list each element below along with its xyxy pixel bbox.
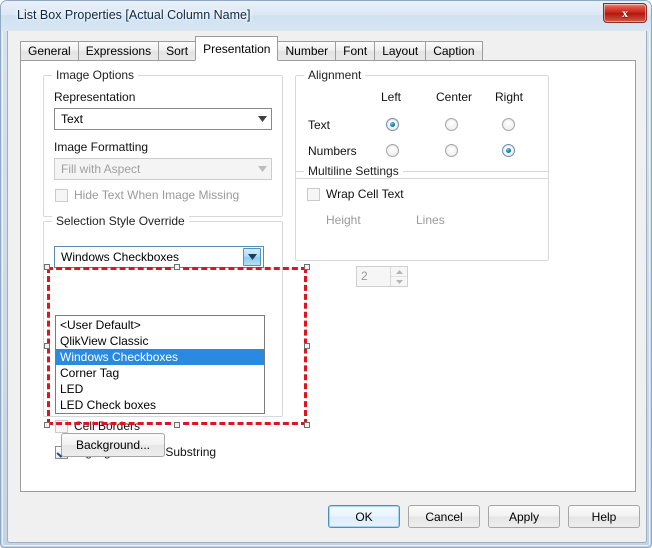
tab-presentation[interactable]: Presentation bbox=[195, 36, 279, 61]
tab-caption[interactable]: Caption bbox=[425, 41, 483, 61]
cell-borders-checkbox[interactable] bbox=[55, 419, 68, 433]
alignment-col-left: Left bbox=[381, 90, 402, 104]
ok-button[interactable]: OK bbox=[328, 505, 400, 528]
selection-style-value: Windows Checkboxes bbox=[61, 250, 180, 264]
image-formatting-value: Fill with Aspect bbox=[61, 162, 141, 176]
window-title: List Box Properties [Actual Column Name] bbox=[17, 8, 251, 22]
selection-handle-top-right[interactable] bbox=[304, 264, 310, 270]
alignment-title: Alignment bbox=[304, 68, 366, 82]
selection-style-dropdown-list[interactable]: <User Default> QlikView Classic Windows … bbox=[55, 315, 265, 414]
tab-layout[interactable]: Layout bbox=[374, 41, 427, 61]
dropdown-option-windows-checkboxes[interactable]: Windows Checkboxes bbox=[56, 349, 264, 365]
lines-label: Lines bbox=[416, 213, 445, 227]
dropdown-option-user-default[interactable]: <User Default> bbox=[56, 317, 264, 333]
hide-text-when-image-missing-checkbox[interactable] bbox=[55, 188, 68, 202]
tab-strip: General Expressions Sort Presentation Nu… bbox=[20, 36, 483, 61]
selection-handle-bottom-right[interactable] bbox=[304, 422, 310, 428]
selection-handle-middle-right[interactable] bbox=[304, 343, 310, 349]
height-value[interactable]: 2 bbox=[357, 267, 390, 286]
tab-general[interactable]: General bbox=[20, 41, 79, 61]
selection-style-combobox[interactable]: Windows Checkboxes bbox=[54, 246, 264, 268]
tab-font[interactable]: Font bbox=[335, 41, 376, 61]
tab-number[interactable]: Number bbox=[277, 41, 337, 61]
representation-label: Representation bbox=[54, 90, 136, 104]
wrap-cell-text-row[interactable]: Wrap Cell Text bbox=[307, 187, 404, 201]
chevron-down-icon bbox=[254, 109, 271, 129]
dialog-body: General Expressions Sort Presentation Nu… bbox=[7, 31, 647, 543]
radio-numbers-center[interactable] bbox=[445, 144, 458, 157]
tab-expressions[interactable]: Expressions bbox=[77, 41, 160, 61]
multiline-settings-group: Multiline Settings Wrap Cell Text Height… bbox=[295, 164, 549, 261]
apply-button[interactable]: Apply bbox=[488, 505, 560, 528]
background-button[interactable]: Background... bbox=[61, 433, 165, 457]
hide-text-when-image-missing-row[interactable]: Hide Text When Image Missing bbox=[55, 188, 239, 202]
selection-style-override-title: Selection Style Override bbox=[52, 214, 189, 228]
alignment-col-center: Center bbox=[436, 90, 473, 104]
spinner-up-icon[interactable] bbox=[391, 267, 407, 276]
help-button[interactable]: Help bbox=[568, 505, 640, 528]
radio-text-left[interactable] bbox=[386, 118, 399, 131]
dropdown-option-corner-tag[interactable]: Corner Tag bbox=[56, 365, 264, 381]
title-bar[interactable]: List Box Properties [Actual Column Name]… bbox=[1, 1, 651, 31]
height-label: Height bbox=[326, 213, 361, 227]
height-spinner[interactable]: 2 bbox=[356, 266, 408, 287]
cancel-button[interactable]: Cancel bbox=[408, 505, 480, 528]
cell-borders-label: Cell Borders bbox=[74, 419, 141, 433]
chevron-down-icon[interactable] bbox=[243, 248, 261, 266]
presentation-tab-page: Image Options Representation Text Image … bbox=[20, 60, 636, 492]
spinner-down-icon[interactable] bbox=[391, 276, 407, 286]
dropdown-option-qlikview-classic[interactable]: QlikView Classic bbox=[56, 333, 264, 349]
chevron-down-icon bbox=[254, 159, 271, 179]
dropdown-option-led-check-boxes[interactable]: LED Check boxes bbox=[56, 397, 264, 413]
selection-handle-bottom-center[interactable] bbox=[174, 422, 180, 428]
image-options-group: Image Options Representation Text Image … bbox=[43, 68, 283, 217]
cell-borders-row[interactable]: Cell Borders bbox=[55, 419, 140, 433]
alignment-col-right: Right bbox=[495, 90, 524, 104]
representation-value: Text bbox=[61, 112, 84, 126]
radio-numbers-right[interactable] bbox=[502, 144, 515, 157]
radio-text-right[interactable] bbox=[502, 118, 515, 131]
representation-combobox[interactable]: Text bbox=[54, 108, 272, 130]
radio-numbers-left[interactable] bbox=[386, 144, 399, 157]
tab-sort[interactable]: Sort bbox=[158, 41, 197, 61]
image-options-title: Image Options bbox=[52, 68, 139, 82]
hide-text-when-image-missing-label: Hide Text When Image Missing bbox=[74, 188, 240, 202]
close-button[interactable]: x bbox=[603, 3, 647, 23]
dropdown-option-led[interactable]: LED bbox=[56, 381, 264, 397]
selection-handle-bottom-left[interactable] bbox=[44, 422, 50, 428]
radio-text-center[interactable] bbox=[445, 118, 458, 131]
alignment-row-numbers-label: Numbers bbox=[308, 144, 357, 158]
wrap-cell-text-label: Wrap Cell Text bbox=[326, 187, 404, 201]
wrap-cell-text-checkbox[interactable] bbox=[307, 187, 320, 201]
dialog-window: List Box Properties [Actual Column Name]… bbox=[0, 0, 652, 548]
alignment-row-text-label: Text bbox=[308, 118, 331, 132]
image-formatting-combobox[interactable]: Fill with Aspect bbox=[54, 158, 272, 180]
spinner-buttons bbox=[390, 267, 407, 286]
image-formatting-label: Image Formatting bbox=[54, 140, 149, 154]
multiline-settings-title: Multiline Settings bbox=[304, 164, 403, 178]
close-icon: x bbox=[622, 6, 628, 20]
